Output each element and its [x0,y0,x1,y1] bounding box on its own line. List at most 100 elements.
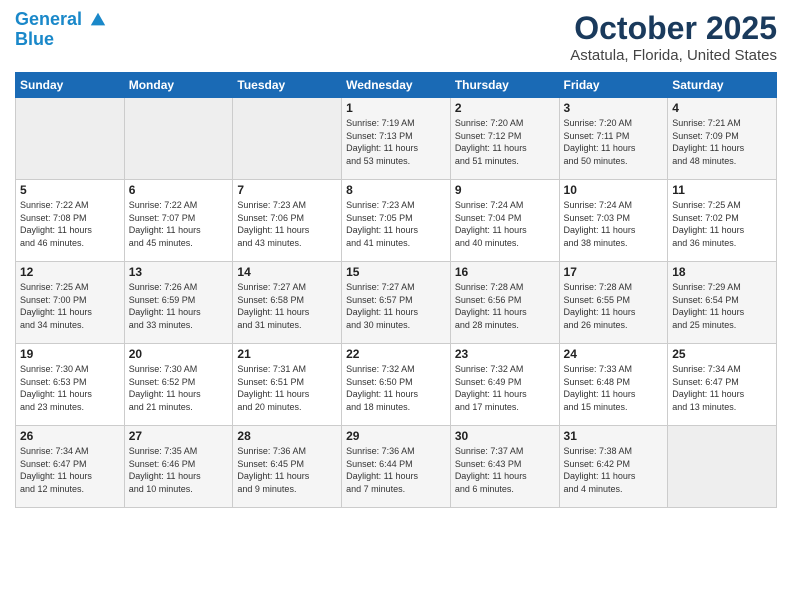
day-number: 3 [564,101,664,115]
day-info: Sunrise: 7:19 AM Sunset: 7:13 PM Dayligh… [346,117,446,167]
calendar: Sunday Monday Tuesday Wednesday Thursday… [15,72,777,508]
day-number: 30 [455,429,555,443]
day-info: Sunrise: 7:20 AM Sunset: 7:11 PM Dayligh… [564,117,664,167]
day-info: Sunrise: 7:30 AM Sunset: 6:52 PM Dayligh… [129,363,229,413]
day-info: Sunrise: 7:29 AM Sunset: 6:54 PM Dayligh… [672,281,772,331]
table-row: 22 Sunrise: 7:32 AM Sunset: 6:50 PM Dayli… [342,344,451,426]
day-number: 5 [20,183,120,197]
day-number: 20 [129,347,229,361]
table-row: 30 Sunrise: 7:37 AM Sunset: 6:43 PM Dayli… [450,426,559,508]
day-info: Sunrise: 7:34 AM Sunset: 6:47 PM Dayligh… [672,363,772,413]
calendar-header-row: Sunday Monday Tuesday Wednesday Thursday… [16,73,777,98]
day-info: Sunrise: 7:25 AM Sunset: 7:00 PM Dayligh… [20,281,120,331]
logo-text: General [15,10,107,30]
day-number: 18 [672,265,772,279]
day-info: Sunrise: 7:32 AM Sunset: 6:50 PM Dayligh… [346,363,446,413]
col-wednesday: Wednesday [342,73,451,98]
table-row: 3 Sunrise: 7:20 AM Sunset: 7:11 PM Daylig… [559,98,668,180]
day-number: 22 [346,347,446,361]
table-row: 17 Sunrise: 7:28 AM Sunset: 6:55 PM Dayli… [559,262,668,344]
table-row: 15Sunrise: 7:27 AM Sunset: 6:57 PM Dayli… [342,262,451,344]
main-title: October 2025 [570,10,777,47]
table-row: 8 Sunrise: 7:23 AM Sunset: 7:05 PM Daylig… [342,180,451,262]
day-number: 7 [237,183,337,197]
day-info: Sunrise: 7:31 AM Sunset: 6:51 PM Dayligh… [237,363,337,413]
day-info: Sunrise: 7:36 AM Sunset: 6:44 PM Dayligh… [346,445,446,495]
day-number: 2 [455,101,555,115]
table-row: 6Sunrise: 7:22 AM Sunset: 7:07 PM Daylig… [124,180,233,262]
day-number: 24 [564,347,664,361]
day-info: Sunrise: 7:37 AM Sunset: 6:43 PM Dayligh… [455,445,555,495]
table-row: 19 Sunrise: 7:30 AM Sunset: 6:53 PM Dayli… [16,344,125,426]
table-row: 9 Sunrise: 7:24 AM Sunset: 7:04 PM Daylig… [450,180,559,262]
table-row: 20 Sunrise: 7:30 AM Sunset: 6:52 PM Dayli… [124,344,233,426]
table-row: 11 Sunrise: 7:25 AM Sunset: 7:02 PM Dayli… [668,180,777,262]
day-info: Sunrise: 7:20 AM Sunset: 7:12 PM Dayligh… [455,117,555,167]
table-row: 18 Sunrise: 7:29 AM Sunset: 6:54 PM Dayli… [668,262,777,344]
day-number: 1 [346,101,446,115]
day-info: Sunrise: 7:38 AM Sunset: 6:42 PM Dayligh… [564,445,664,495]
table-row: 29Sunrise: 7:36 AM Sunset: 6:44 PM Dayli… [342,426,451,508]
logo-text-blue: Blue [15,30,107,50]
day-number: 27 [129,429,229,443]
day-number: 14 [237,265,337,279]
day-number: 26 [20,429,120,443]
table-row [233,98,342,180]
table-row: 27 Sunrise: 7:35 AM Sunset: 6:46 PM Dayli… [124,426,233,508]
table-row: 16Sunrise: 7:28 AM Sunset: 6:56 PM Dayli… [450,262,559,344]
day-info: Sunrise: 7:21 AM Sunset: 7:09 PM Dayligh… [672,117,772,167]
day-number: 16 [455,265,555,279]
calendar-week-row: 19 Sunrise: 7:30 AM Sunset: 6:53 PM Dayli… [16,344,777,426]
day-info: Sunrise: 7:36 AM Sunset: 6:45 PM Dayligh… [237,445,337,495]
day-info: Sunrise: 7:24 AM Sunset: 7:04 PM Dayligh… [455,199,555,249]
calendar-week-row: 1 Sunrise: 7:19 AM Sunset: 7:13 PM Daylig… [16,98,777,180]
col-tuesday: Tuesday [233,73,342,98]
table-row: 4 Sunrise: 7:21 AM Sunset: 7:09 PM Daylig… [668,98,777,180]
table-row [668,426,777,508]
day-number: 4 [672,101,772,115]
day-number: 19 [20,347,120,361]
day-info: Sunrise: 7:35 AM Sunset: 6:46 PM Dayligh… [129,445,229,495]
table-row [124,98,233,180]
day-info: Sunrise: 7:26 AM Sunset: 6:59 PM Dayligh… [129,281,229,331]
table-row: 23Sunrise: 7:32 AM Sunset: 6:49 PM Dayli… [450,344,559,426]
day-number: 28 [237,429,337,443]
day-info: Sunrise: 7:28 AM Sunset: 6:55 PM Dayligh… [564,281,664,331]
calendar-week-row: 5Sunrise: 7:22 AM Sunset: 7:08 PM Daylig… [16,180,777,262]
table-row: 7 Sunrise: 7:23 AM Sunset: 7:06 PM Daylig… [233,180,342,262]
logo: General Blue [15,10,107,50]
day-info: Sunrise: 7:27 AM Sunset: 6:57 PM Dayligh… [346,281,446,331]
day-info: Sunrise: 7:25 AM Sunset: 7:02 PM Dayligh… [672,199,772,249]
page: General Blue October 2025 Astatula, Flor… [0,0,792,612]
col-sunday: Sunday [16,73,125,98]
table-row: 24 Sunrise: 7:33 AM Sunset: 6:48 PM Dayli… [559,344,668,426]
subtitle: Astatula, Florida, United States [570,47,777,64]
table-row: 10Sunrise: 7:24 AM Sunset: 7:03 PM Dayli… [559,180,668,262]
table-row: 21 Sunrise: 7:31 AM Sunset: 6:51 PM Dayli… [233,344,342,426]
day-info: Sunrise: 7:33 AM Sunset: 6:48 PM Dayligh… [564,363,664,413]
day-number: 9 [455,183,555,197]
day-number: 25 [672,347,772,361]
table-row: 1 Sunrise: 7:19 AM Sunset: 7:13 PM Daylig… [342,98,451,180]
day-number: 23 [455,347,555,361]
table-row: 26Sunrise: 7:34 AM Sunset: 6:47 PM Dayli… [16,426,125,508]
table-row: 12 Sunrise: 7:25 AM Sunset: 7:00 PM Dayli… [16,262,125,344]
day-info: Sunrise: 7:23 AM Sunset: 7:05 PM Dayligh… [346,199,446,249]
day-number: 21 [237,347,337,361]
calendar-week-row: 12 Sunrise: 7:25 AM Sunset: 7:00 PM Dayli… [16,262,777,344]
day-info: Sunrise: 7:23 AM Sunset: 7:06 PM Dayligh… [237,199,337,249]
calendar-week-row: 26Sunrise: 7:34 AM Sunset: 6:47 PM Dayli… [16,426,777,508]
day-number: 8 [346,183,446,197]
title-block: October 2025 Astatula, Florida, United S… [570,10,777,64]
day-number: 6 [129,183,229,197]
header: General Blue October 2025 Astatula, Flor… [15,10,777,64]
day-number: 11 [672,183,772,197]
day-info: Sunrise: 7:27 AM Sunset: 6:58 PM Dayligh… [237,281,337,331]
table-row: 13Sunrise: 7:26 AM Sunset: 6:59 PM Dayli… [124,262,233,344]
table-row: 2 Sunrise: 7:20 AM Sunset: 7:12 PM Daylig… [450,98,559,180]
table-row: 31Sunrise: 7:38 AM Sunset: 6:42 PM Dayli… [559,426,668,508]
day-number: 17 [564,265,664,279]
day-info: Sunrise: 7:30 AM Sunset: 6:53 PM Dayligh… [20,363,120,413]
day-number: 12 [20,265,120,279]
day-number: 10 [564,183,664,197]
